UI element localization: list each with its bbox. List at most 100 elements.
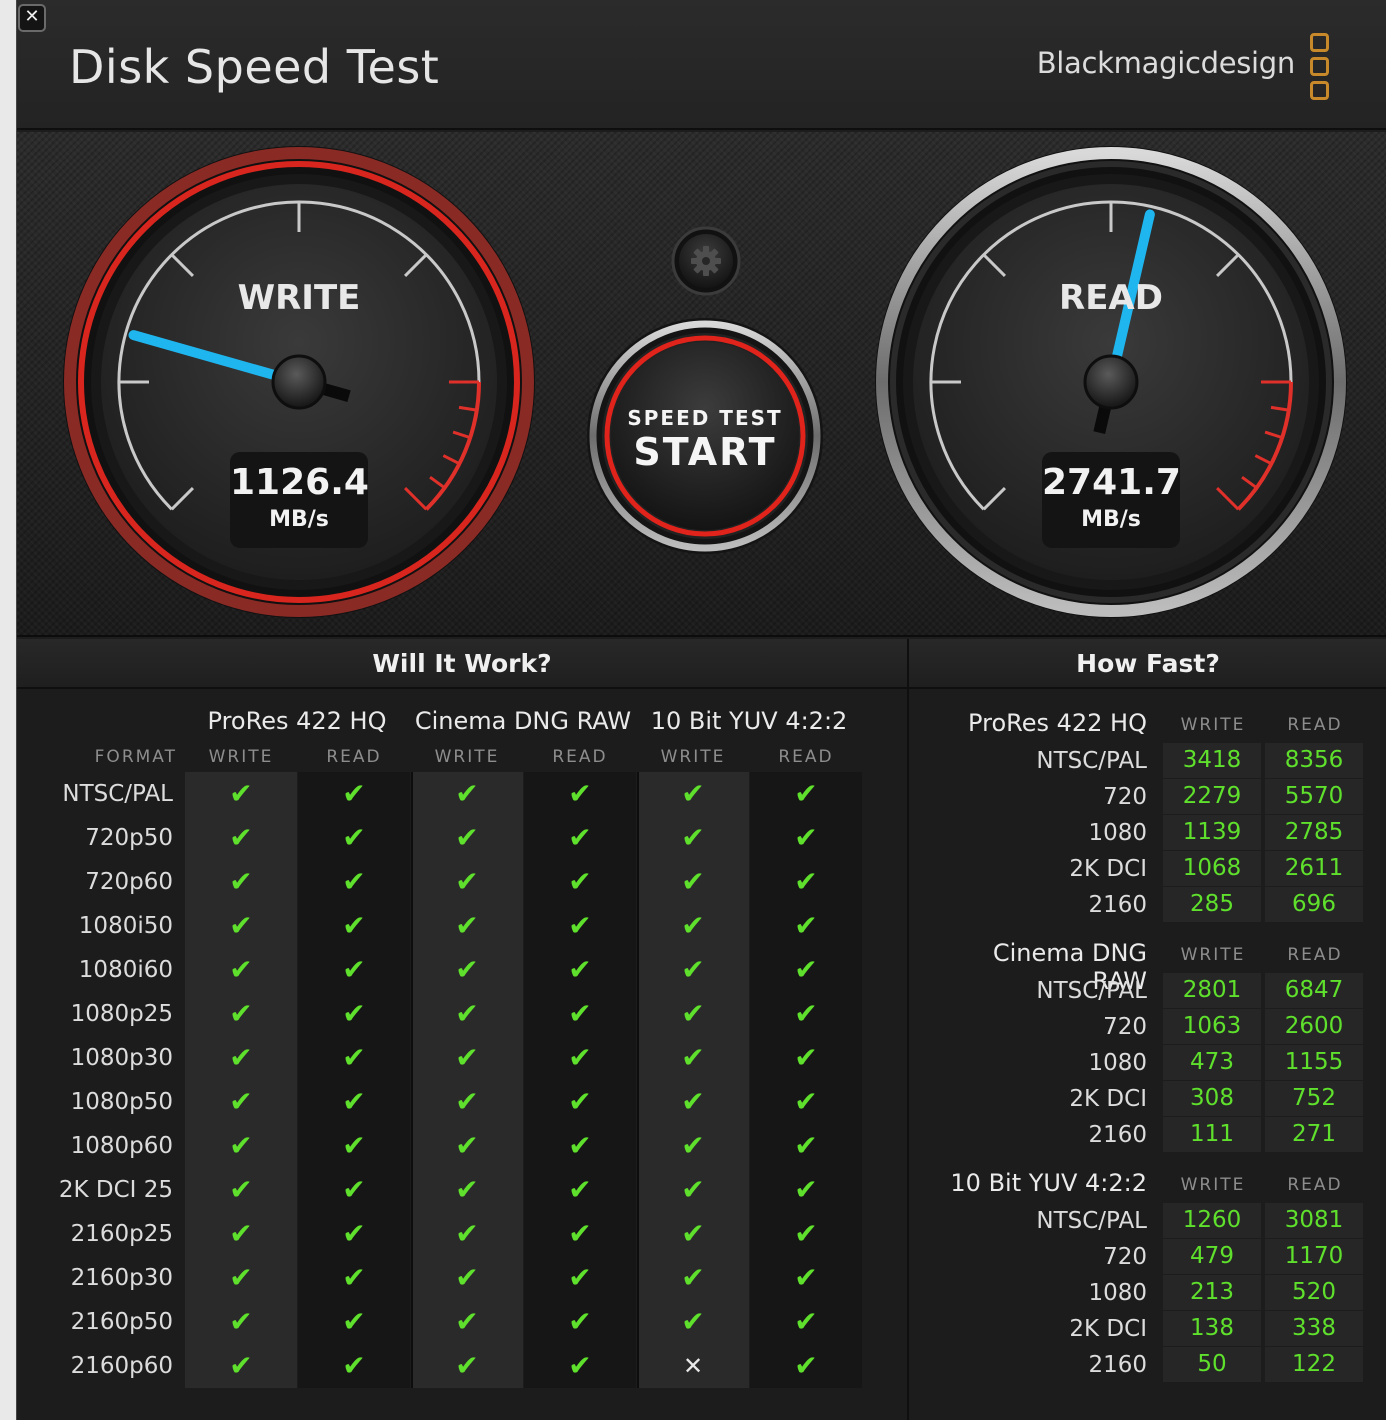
brand-name: Blackmagicdesign <box>1036 46 1296 80</box>
check-icon: ✔ <box>411 1124 523 1168</box>
how-fast-format-label: 1080 <box>1088 820 1147 846</box>
check-icon: ✔ <box>185 1168 297 1212</box>
check-icon: ✔ <box>298 816 410 860</box>
check-icon: ✔ <box>750 1256 862 1300</box>
format-label: 2K DCI 25 <box>58 1177 173 1203</box>
settings-button[interactable] <box>673 228 739 294</box>
check-icon: ✔ <box>185 816 297 860</box>
check-icon: ✔ <box>185 1080 297 1124</box>
app-title: Disk Speed Test <box>69 40 440 94</box>
how-fast-read-value: 271 <box>1265 1117 1363 1152</box>
check-icon: ✔ <box>411 1036 523 1080</box>
how-fast-format-label: NTSC/PAL <box>1036 978 1147 1004</box>
how-fast-row: 720 1063 2600 <box>937 1009 1367 1045</box>
start-button-label: START <box>633 430 777 474</box>
how-fast-read-value: 3081 <box>1265 1203 1363 1238</box>
how-fast-format-label: 2K DCI <box>1069 1316 1147 1342</box>
check-icon: ✔ <box>411 1212 523 1256</box>
sub-column-header: WRITE <box>434 747 500 767</box>
check-icon: ✔ <box>750 992 862 1036</box>
table-row: 720p50 ✔ ✔ ✔ ✔ ✔ ✔ <box>85 816 863 860</box>
check-icon: ✔ <box>637 904 749 948</box>
how-fast-format-label: 2160 <box>1088 1122 1147 1148</box>
how-fast-read-value: 2600 <box>1265 1009 1363 1044</box>
format-label: 2160p60 <box>70 1353 173 1379</box>
check-icon: ✔ <box>298 860 410 904</box>
how-fast-row: NTSC/PAL 2801 6847 <box>937 973 1367 1009</box>
format-label: 2160p25 <box>70 1221 173 1247</box>
start-button-caption: SPEED TEST <box>627 406 783 430</box>
compatibility-grid: NTSC/PAL ✔ ✔ ✔ ✔ ✔ ✔ 720p50 ✔ ✔ ✔ ✔ ✔ ✔ 720p60 ✔ ✔ ✔ ✔ ✔ ✔ 10… <box>59 772 863 1388</box>
check-icon: ✔ <box>298 772 410 816</box>
how-fast-codec-header: 10 Bit YUV 4:2:2 <box>950 1169 1147 1197</box>
how-fast-format-label: NTSC/PAL <box>1036 1208 1147 1234</box>
check-icon: ✔ <box>185 992 297 1036</box>
blackmagic-logo-icon <box>1310 33 1330 105</box>
check-icon: ✔ <box>750 1124 862 1168</box>
section-divider <box>907 639 909 1420</box>
how-fast-row: NTSC/PAL 3418 8356 <box>937 743 1367 779</box>
check-icon: ✔ <box>637 772 749 816</box>
format-column-header: FORMAT <box>94 747 177 767</box>
check-icon: ✔ <box>185 1256 297 1300</box>
read-speed-unit: MB/s <box>1081 507 1141 532</box>
how-fast-write-value: 1068 <box>1163 851 1261 886</box>
format-label: 1080p50 <box>70 1089 173 1115</box>
how-fast-write-value: 3418 <box>1163 743 1261 778</box>
speed-test-start-button[interactable]: SPEED TEST START <box>615 346 795 526</box>
app-window: Disk Speed Test Blackmagicdesign WRITE R… <box>16 0 1386 1420</box>
table-row: 2K DCI 25 ✔ ✔ ✔ ✔ ✔ ✔ <box>59 1168 863 1212</box>
check-icon: ✔ <box>411 772 523 816</box>
how-fast-read-header: READ <box>1287 715 1343 735</box>
how-fast-write-value: 1260 <box>1163 1203 1261 1238</box>
check-icon: ✔ <box>298 1256 410 1300</box>
how-fast-format-label: 1080 <box>1088 1280 1147 1306</box>
format-label: 1080i60 <box>78 957 173 983</box>
check-icon: ✔ <box>411 904 523 948</box>
check-icon: ✔ <box>637 860 749 904</box>
check-icon: ✔ <box>524 1036 636 1080</box>
table-row: 1080p60 ✔ ✔ ✔ ✔ ✔ ✔ <box>71 1124 863 1168</box>
table-row: 2160p50 ✔ ✔ ✔ ✔ ✔ ✔ <box>71 1300 863 1344</box>
how-fast-read-value: 696 <box>1265 887 1363 922</box>
check-icon: ✔ <box>750 1212 862 1256</box>
how-fast-row: 2160 111 271 <box>937 1117 1367 1153</box>
format-label: 2160p50 <box>70 1309 173 1335</box>
how-fast-read-value: 2785 <box>1265 815 1363 850</box>
column-separator <box>411 772 413 1388</box>
how-fast-write-value: 50 <box>1163 1347 1261 1382</box>
check-icon: ✔ <box>411 1256 523 1300</box>
how-fast-format-label: 720 <box>1103 784 1147 810</box>
how-fast-read-value: 5570 <box>1265 779 1363 814</box>
format-label: 1080p25 <box>70 1001 173 1027</box>
how-fast-read-value: 122 <box>1265 1347 1363 1382</box>
check-icon: ✔ <box>298 948 410 992</box>
check-icon: ✔ <box>750 1036 862 1080</box>
how-fast-row: 2K DCI 308 752 <box>937 1081 1367 1117</box>
check-icon: ✔ <box>524 1256 636 1300</box>
table-row: 1080p30 ✔ ✔ ✔ ✔ ✔ ✔ <box>71 1036 863 1080</box>
check-icon: ✔ <box>524 1080 636 1124</box>
results-panel: Will It Work? How Fast? FORMAT ProRes 422… <box>17 639 1386 1420</box>
sub-column-header: READ <box>552 747 608 767</box>
check-icon: ✔ <box>185 1036 297 1080</box>
check-icon: ✔ <box>411 1080 523 1124</box>
check-icon: ✔ <box>185 948 297 992</box>
close-button[interactable]: ✕ <box>18 4 46 32</box>
table-row: 1080p50 ✔ ✔ ✔ ✔ ✔ ✔ <box>71 1080 863 1124</box>
will-it-work-title: Will It Work? <box>17 639 907 689</box>
close-icon: ✕ <box>24 6 40 27</box>
check-icon: ✔ <box>298 1212 410 1256</box>
how-fast-format-label: 2160 <box>1088 892 1147 918</box>
how-fast-write-value: 285 <box>1163 887 1261 922</box>
how-fast-write-value: 138 <box>1163 1311 1261 1346</box>
check-icon: ✔ <box>750 948 862 992</box>
format-label: 1080p60 <box>70 1133 173 1159</box>
how-fast-read-value: 752 <box>1265 1081 1363 1116</box>
check-icon: ✔ <box>524 948 636 992</box>
read-speed-readout: 2741.7 MB/s <box>1042 452 1181 548</box>
sub-column-header: WRITE <box>208 747 274 767</box>
check-icon: ✔ <box>750 904 862 948</box>
check-icon: ✔ <box>750 772 862 816</box>
format-label: 1080p30 <box>70 1045 173 1071</box>
